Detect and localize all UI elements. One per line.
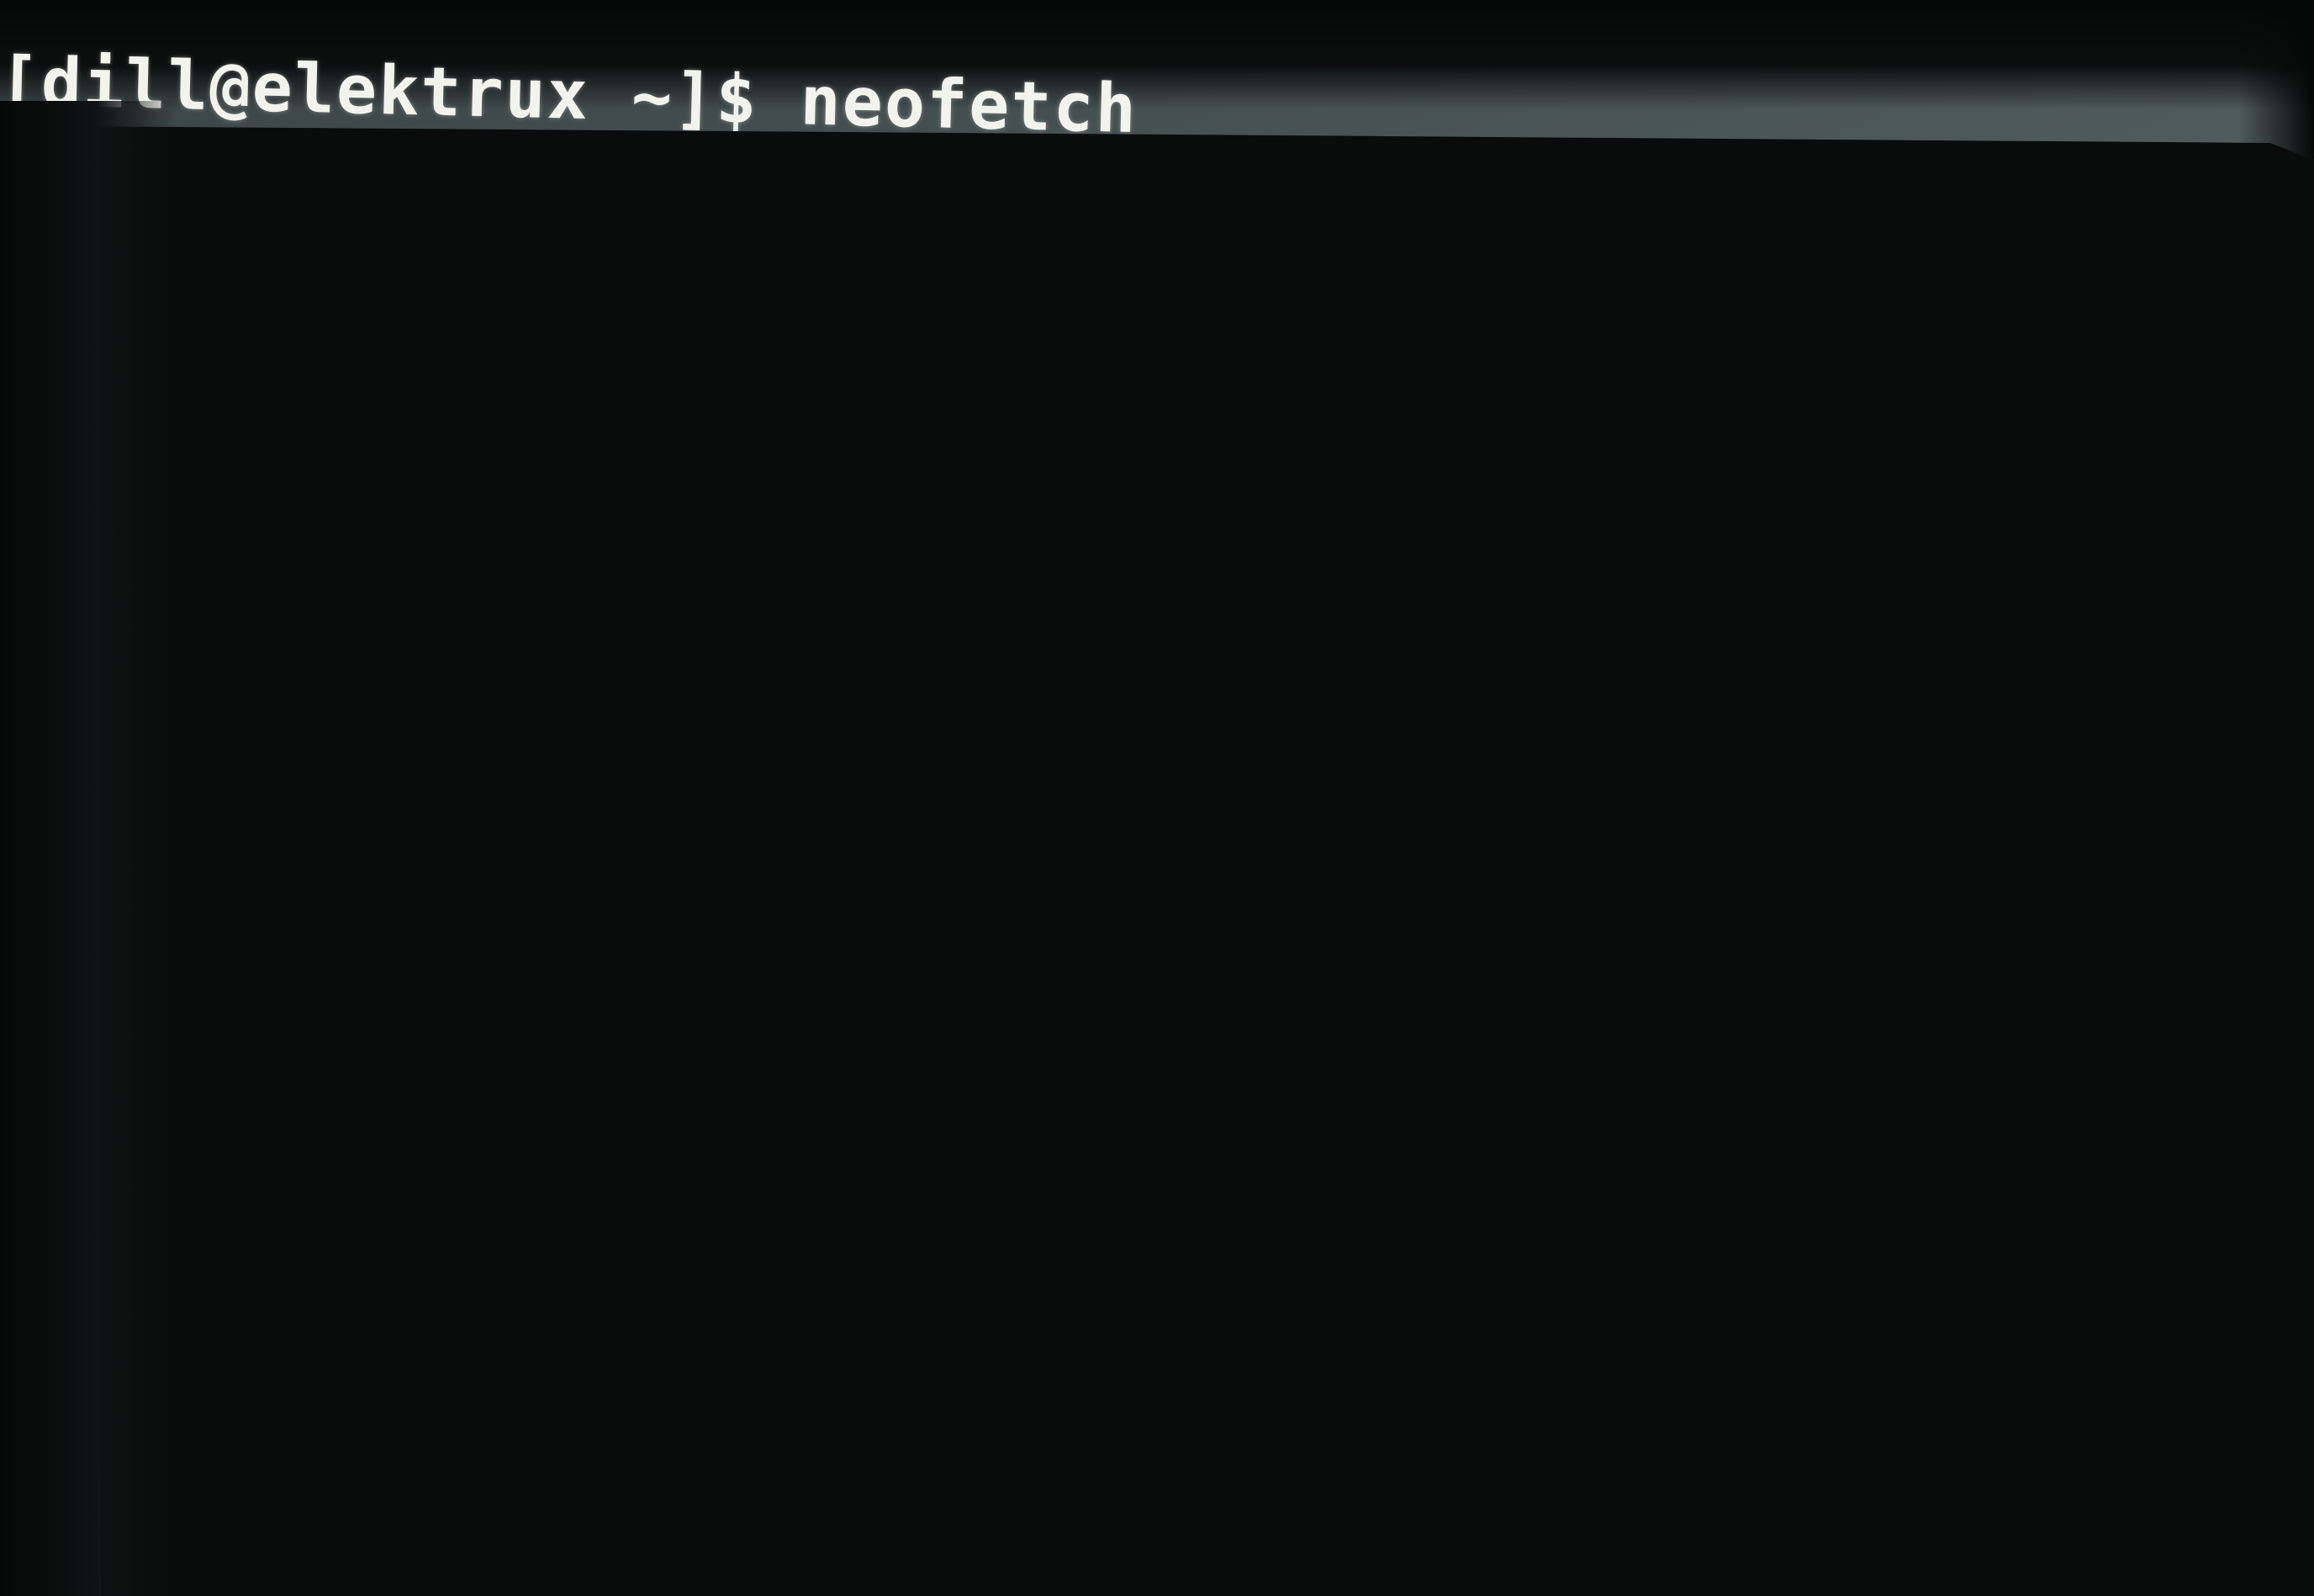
color-palette (1059, 1007, 1743, 1128)
info-separator: : (989, 257, 1065, 328)
screen-glare (1429, 925, 2314, 1596)
info-separator: : (1107, 846, 1182, 917)
info-label: Host (913, 319, 1061, 393)
logo-row: ##### (394, 131, 547, 198)
info-separator: : (1085, 521, 1161, 592)
info-value: 41MiB / 3861MiB (1179, 849, 1724, 941)
logo-row: ##################### (145, 732, 779, 807)
info-label: Resolution (901, 578, 1266, 661)
info-row-os: OS: Linux From Scratch x86_64 (917, 254, 2146, 376)
command-prompt-idle[interactable]: [dill@elektrux ~]$ (172, 1226, 785, 1293)
info-row-host: Host: Aspire 5732Z V2.06 (914, 320, 2143, 441)
color-swatch (1546, 1010, 1646, 1128)
color-swatch (1351, 1008, 1450, 1126)
logo-row: ####### (363, 198, 575, 267)
info-row-shell: Shell: bash 5.1.0 (905, 513, 2134, 635)
info-separator: : (1004, 712, 1080, 782)
info-value: Linux From Scratch x86_64 (1060, 261, 1966, 369)
logo-row: ########### (300, 399, 633, 468)
monitor-bezel-left (0, 101, 177, 1596)
info-row-uptime: Uptime: 26 secs (907, 448, 2137, 570)
info-separator: : (1058, 325, 1133, 396)
info-label: CPU (895, 707, 1008, 780)
info-separator: : (1001, 777, 1077, 847)
info-separator: : (1127, 394, 1203, 464)
info-label: Shell (905, 513, 1089, 589)
title-underline: ------------- (920, 204, 1153, 255)
info-row-cpu: CPU: Pentium T4300 (2) @ 2.100GHz (895, 707, 2126, 828)
info-row-resolution: Resolution: 1366x768 (901, 578, 2132, 699)
color-swatch (1156, 1007, 1255, 1124)
info-label: Terminal (899, 642, 1191, 722)
color-swatch (1644, 1011, 1743, 1128)
terminal-screen[interactable]: [dill@elektrux ~]$ neofetch ##### #######… (0, 0, 2314, 1596)
logo-row: ############# (270, 466, 662, 536)
logo-row: ############### (239, 532, 691, 604)
color-swatch (1449, 1009, 1548, 1127)
logo-row: ##################### (145, 800, 777, 875)
distro-ascii-logo: ##### ####### ##O#O## ####### ########### ###… (82, 126, 849, 943)
info-separator: : (1124, 458, 1200, 529)
info-separator: : (1262, 594, 1339, 664)
info-label: Kernel (911, 383, 1131, 461)
logo-row: ################# (207, 666, 719, 739)
info-value: 5.10.17 (1199, 397, 1455, 475)
info-list: OS: Linux From Scratch x86_64 Host: Aspir… (890, 254, 2146, 958)
info-row-memory: Memory: 41MiB / 3861MiB (890, 837, 2120, 958)
info-value: Intel Mobile 4 Series Chipset (1073, 780, 2123, 895)
monitor-bezel-right (2238, 0, 2314, 185)
color-swatch (1059, 1007, 1158, 1123)
info-label: Memory (890, 837, 1110, 913)
info-value: 1366x768 (1334, 597, 1627, 678)
info-label: GPU (893, 772, 1005, 843)
system-info-block: dill@elektrux ------------- OS: Linux Fr… (890, 141, 2152, 958)
info-value: Aspire 5732Z V2.06 (1130, 329, 1783, 425)
user-host-title: dill@elektrux (922, 141, 1434, 237)
info-value: Pentium T4300 (2) @ 2.100GHz (1076, 716, 2089, 828)
logo-row: ####### (362, 332, 573, 400)
info-separator: : (1187, 655, 1263, 726)
logo-row: ##O#O## (362, 265, 574, 334)
info-row-kernel: Kernel: 5.10.17 (911, 383, 2140, 505)
info-label: OS (917, 254, 992, 325)
info-row-terminal: Terminal: /dev/tty1 (899, 642, 2128, 764)
color-swatch (1254, 1007, 1353, 1125)
info-label: Uptime (907, 448, 1128, 526)
info-value: 26 secs (1196, 462, 1452, 540)
info-row-gpu: GPU: Intel Mobile 4 Series Chipset (893, 772, 2123, 895)
logo-row: ################ (223, 600, 705, 672)
info-value: /dev/tty1 (1260, 658, 1588, 741)
logo-row: ################# (203, 868, 716, 941)
info-value: bash 5.1.0 (1157, 525, 1522, 608)
